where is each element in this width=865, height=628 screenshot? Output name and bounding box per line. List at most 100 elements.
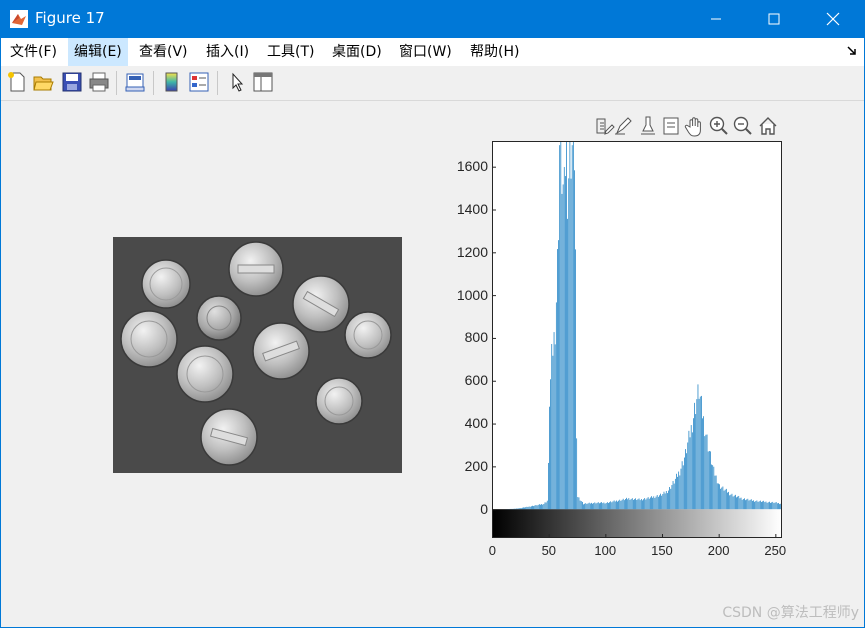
histogram-bar [534,505,536,510]
open-file-icon[interactable] [32,71,54,93]
menu-tools[interactable]: 工具(T) [261,38,320,66]
histogram-bar [634,499,635,510]
histogram-bar [563,167,565,510]
histogram-bar [524,507,525,510]
edit-plot-arrow-icon[interactable] [226,71,248,93]
new-figure-icon[interactable] [6,71,28,93]
histogram-bar [754,501,755,510]
histogram-bar [623,500,625,510]
histogram-bar [642,500,643,510]
histogram-bar [763,500,765,510]
histogram-bar [737,496,738,510]
menu-window[interactable]: 窗口(W) [393,38,458,66]
histogram-bar [715,475,717,510]
menu-desktop[interactable]: 桌面(D) [326,38,388,66]
histogram-bar [778,502,779,510]
menu-bar: 文件(F) 编辑(E) 查看(V) 插入(I) 工具(T) 桌面(D) 窗口(W… [0,38,865,66]
histogram-bar [633,499,634,510]
histogram-bar [640,498,642,510]
histogram-bar [671,485,673,510]
histogram-bar [749,499,751,510]
histogram-bar [628,498,630,510]
menu-insert[interactable]: 插入(I) [200,38,255,66]
window-border [0,38,1,628]
histogram-bar [725,488,727,510]
histogram-bar [610,501,612,510]
histogram-bar [587,503,589,510]
histogram-bar [568,178,570,510]
close-button[interactable] [810,0,856,38]
histogram-bar [527,506,529,510]
histogram-bar [579,500,581,510]
coin [120,310,178,368]
histogram-bar [750,499,752,510]
histogram-bar [733,495,735,510]
histogram-bar [775,502,777,510]
histogram-bar [729,495,731,510]
menu-file[interactable]: 文件(F) [4,38,63,66]
histogram-bar [550,379,551,510]
histogram-bar [681,461,683,510]
histogram-bar [606,502,608,510]
colorbar-icon[interactable] [161,71,183,93]
histogram-bar [748,500,750,510]
maximize-button[interactable] [751,0,797,38]
histogram-bar [711,464,712,510]
histogram-bar [574,170,575,510]
histogram-bar [753,500,754,510]
histogram-bar [595,503,597,510]
dock-arrow-icon[interactable] [846,44,858,56]
histogram-bar [744,498,745,510]
histogram-bar [679,475,681,510]
brush-icon[interactable] [613,115,635,137]
histogram-bar [720,488,721,510]
histogram-bar [776,503,778,510]
zoom-in-icon[interactable] [708,115,730,137]
home-icon[interactable] [757,115,779,137]
histogram-bar [646,498,648,510]
histogram-bar [635,498,636,510]
histogram-bar [756,500,758,510]
histogram-bar [562,184,564,510]
histogram-bar [549,406,550,510]
histogram-bar [526,506,528,510]
print-icon[interactable] [88,71,110,93]
histogram-bar [639,500,641,510]
link-plot-icon[interactable] [124,71,146,93]
histogram-bar [716,483,718,510]
histogram-bar [732,496,734,510]
toolbar-separator [153,71,154,95]
histogram-bar [661,495,663,510]
histogram-bar [742,499,744,510]
histogram-bar [597,502,599,510]
histogram-bar [544,502,546,510]
histogram-bar [578,497,580,510]
menu-view[interactable]: 查看(V) [133,38,194,66]
menu-help[interactable]: 帮助(H) [464,38,525,66]
histogram-bar [687,442,689,510]
histogram-bar [543,504,545,510]
histogram-bar [702,418,703,510]
legend-icon[interactable] [188,71,210,93]
histogram-bar [600,502,601,510]
histogram-bar [767,502,769,510]
histogram-plot [492,141,782,538]
menu-edit[interactable]: 编辑(E) [68,38,128,66]
zoom-out-icon[interactable] [732,115,754,137]
histogram-bar [719,484,720,510]
property-inspector-icon[interactable] [252,71,274,93]
histogram-bar [609,502,610,510]
histogram-bar [668,490,669,510]
save-icon[interactable] [61,71,83,93]
histogram-bar [651,496,652,510]
data-cursor-icon[interactable] [637,115,659,137]
minimize-button[interactable] [693,0,739,38]
histogram-bar [619,499,621,510]
histogram-bar [627,499,629,510]
histogram-bar [739,498,741,510]
pan-hand-icon[interactable] [684,115,706,137]
histogram-bar [697,384,699,510]
histogram-bar [735,494,736,510]
data-tips-icon[interactable] [660,115,682,137]
histogram-bar [638,498,640,510]
